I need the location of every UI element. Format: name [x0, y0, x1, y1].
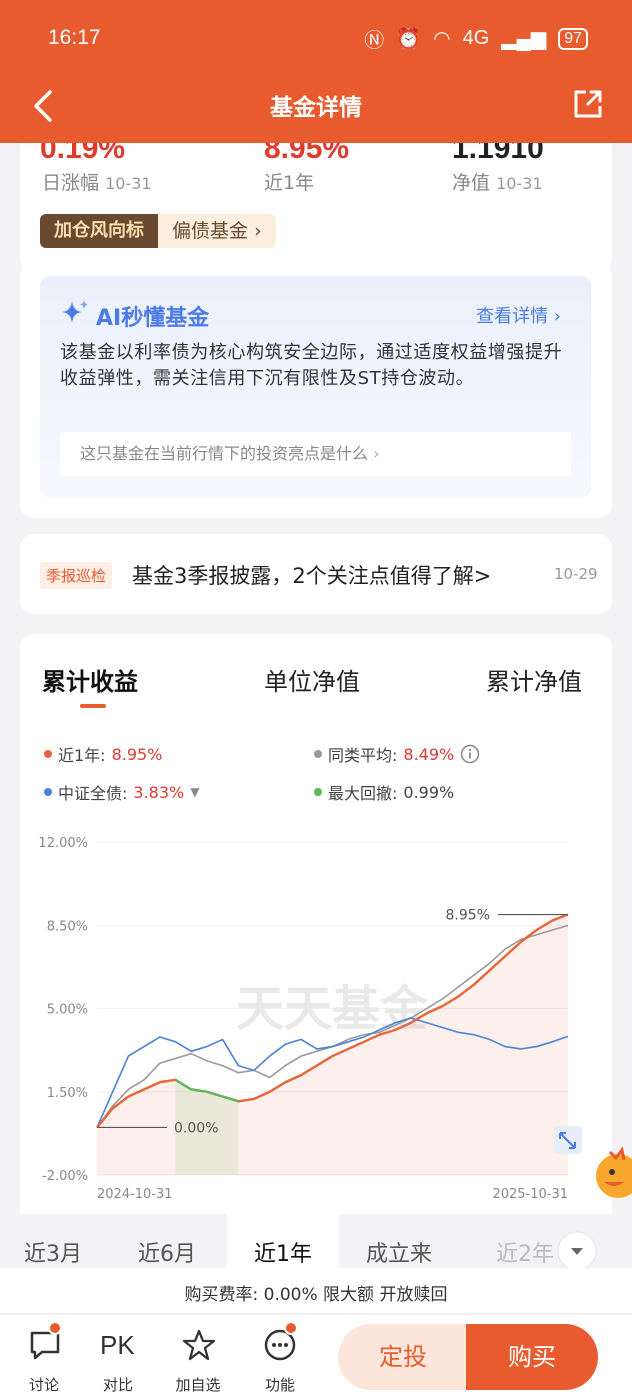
- y-tick-label: -2.00%: [42, 1169, 88, 1184]
- battery-indicator: 97: [558, 27, 588, 50]
- period-6m[interactable]: 近6月: [138, 1236, 196, 1268]
- chevron-right-icon: ›: [373, 444, 380, 463]
- daily-change-label: 日涨幅 10-31: [42, 168, 152, 195]
- return-chart[interactable]: 12.00%8.50%5.00%1.50%-2.00% 天天基金 8.95%0.…: [0, 820, 632, 1210]
- fee-text: 购买费率: 0.00% 限大额 开放赎回: [184, 1285, 448, 1305]
- share-icon[interactable]: [572, 88, 604, 120]
- tag-primary: 加仓风向标: [40, 214, 158, 248]
- end-annotation-label: 8.95%: [446, 908, 490, 924]
- tag-secondary: 偏债基金 ›: [158, 214, 276, 248]
- legend-fund-value: 8.95%: [111, 744, 163, 764]
- buy-button[interactable]: 购买: [466, 1324, 598, 1390]
- tag-secondary-text: 偏债基金: [172, 220, 249, 242]
- info-icon[interactable]: [460, 744, 480, 764]
- x-end-label: 2025-10-31: [492, 1187, 568, 1202]
- legend-drawdown-value: 0.99%: [403, 782, 455, 802]
- legend-fund-dot: [44, 750, 52, 758]
- ai-prompt-text: 这只基金在当前行情下的投资亮点是什么: [80, 444, 369, 463]
- discuss-badge: [48, 1321, 62, 1335]
- start-annotation-label: 0.00%: [174, 1120, 218, 1136]
- chevron-right-icon: ›: [254, 220, 262, 242]
- nav-add-watchlist[interactable]: 加自选: [168, 1374, 228, 1395]
- period-2y[interactable]: 近2年: [496, 1236, 554, 1268]
- legend-drawdown-label: 最大回撤:: [328, 784, 398, 803]
- tab-cumulative-nav[interactable]: 累计净值: [486, 662, 582, 697]
- dingtou-button[interactable]: 定投: [338, 1324, 468, 1390]
- nav-label: 净值 10-31: [452, 168, 543, 195]
- ai-question-prompt[interactable]: 这只基金在当前行情下的投资亮点是什么 ›: [60, 432, 571, 476]
- period-3m[interactable]: 近3月: [24, 1236, 82, 1268]
- expand-icon[interactable]: [554, 1126, 582, 1154]
- daily-label-text: 日涨幅: [42, 172, 100, 194]
- ai-title: AI秒懂基金: [96, 306, 210, 331]
- legend-index-value: 3.83%: [133, 782, 185, 802]
- mascot-icon[interactable]: [592, 1144, 632, 1204]
- network-label: 4G: [462, 27, 490, 49]
- wifi-icon: ◠: [433, 28, 451, 50]
- page-title: 基金详情: [270, 95, 362, 121]
- nav-label-text: 净值: [452, 172, 491, 194]
- signal-icon: ▂▄▆: [501, 28, 547, 50]
- tab-cumulative-return[interactable]: 累计收益: [42, 662, 138, 697]
- fund-tag[interactable]: 加仓风向标 偏债基金 ›: [40, 214, 276, 248]
- legend-index-dot: [44, 788, 52, 796]
- legend-peer-value: 8.49%: [403, 744, 455, 764]
- fund-area: [97, 914, 568, 1175]
- period-1y[interactable]: 近1年: [254, 1236, 312, 1268]
- report-date: 10-29: [554, 565, 598, 583]
- pk-icon[interactable]: PK: [100, 1330, 135, 1361]
- nav-date: 10-31: [496, 174, 543, 193]
- legend-peer: 同类平均: 8.49%: [314, 742, 480, 766]
- status-icons: Ⓝ ⏰ ◠ 4G ▂▄▆ 97: [364, 24, 588, 53]
- nfc-icon: Ⓝ: [364, 30, 385, 52]
- legend-index[interactable]: 中证全债: 3.83% ▼: [44, 780, 199, 804]
- nav-functions[interactable]: 功能: [250, 1374, 310, 1395]
- y-tick-label: 12.00%: [38, 836, 88, 851]
- functions-badge: [284, 1321, 298, 1335]
- period-since-inception[interactable]: 成立来: [366, 1236, 432, 1268]
- legend-fund-label: 近1年:: [58, 746, 106, 765]
- chevron-down-icon[interactable]: [556, 1230, 598, 1272]
- ai-link-text: 查看详情: [476, 306, 549, 327]
- nav-discuss[interactable]: 讨论: [14, 1374, 74, 1395]
- y-tick-label: 1.50%: [47, 1086, 88, 1101]
- y-axis-labels: 12.00% 8.50% 5.00% 1.50% -2.00%: [38, 836, 88, 1184]
- tab-underline: [80, 704, 106, 708]
- daily-date: 10-31: [105, 174, 152, 193]
- y-tick-label: 8.50%: [47, 919, 88, 934]
- status-time: 16:17: [48, 26, 101, 49]
- y-tick-label: 5.00%: [47, 1003, 88, 1018]
- legend-fund: 近1年: 8.95%: [44, 742, 162, 766]
- legend-drawdown: 最大回撤: 0.99%: [314, 780, 454, 804]
- tab-unit-nav[interactable]: 单位净值: [264, 662, 360, 697]
- dropdown-triangle-icon[interactable]: ▼: [190, 785, 199, 799]
- ai-detail-link[interactable]: 查看详情 ›: [476, 302, 561, 328]
- app-header: 16:17 Ⓝ ⏰ ◠ 4G ▂▄▆ 97 基金详情: [0, 0, 632, 143]
- ai-inner-panel: AI秒懂基金 查看详情 › 该基金以利率债为核心构筑安全边际，通过适度权益增强提…: [40, 276, 591, 498]
- ai-summary-text: 该基金以利率债为核心构筑安全边际，通过适度权益增强提升收益弹性，需关注信用下沉有…: [60, 342, 563, 389]
- legend-drawdown-dot: [314, 788, 322, 796]
- alarm-icon: ⏰: [396, 28, 422, 50]
- x-start-label: 2024-10-31: [97, 1187, 173, 1202]
- legend-index-label: 中证全债:: [58, 784, 128, 803]
- year-return-label: 近1年: [264, 172, 315, 194]
- report-text[interactable]: 基金3季报披露，2个关注点值得了解>: [132, 560, 491, 590]
- nav-compare[interactable]: 对比: [88, 1374, 148, 1395]
- legend-peer-dot: [314, 750, 322, 758]
- legend-peer-label: 同类平均:: [328, 746, 398, 765]
- ai-card: AI秒懂基金 查看详情 › 该基金以利率债为核心构筑安全边际，通过适度权益增强提…: [20, 262, 612, 518]
- sparkle-icon: [62, 300, 88, 323]
- report-badge: 季报巡检: [40, 562, 113, 589]
- star-icon[interactable]: [182, 1328, 216, 1362]
